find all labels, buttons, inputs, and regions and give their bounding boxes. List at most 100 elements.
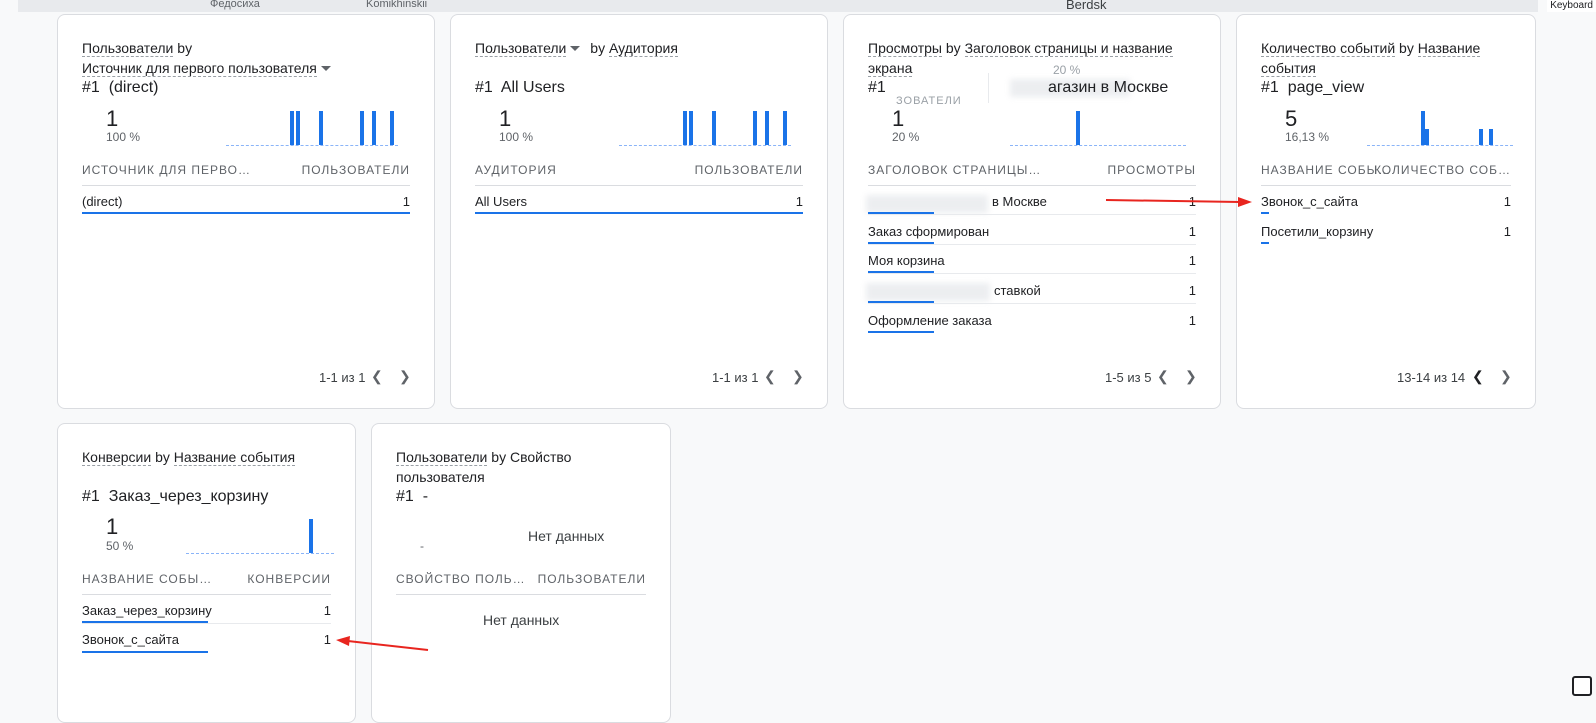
dimension-selector[interactable]: Свойство [510, 449, 571, 465]
rank-number: #1 [82, 79, 100, 96]
card-title: Пользователи by Аудитория [475, 38, 678, 58]
top-value: 1 [106, 514, 118, 540]
row-bar [82, 212, 410, 214]
table-row-label: Моя корзина [868, 253, 945, 268]
metric-selector[interactable]: Количество событий [1261, 40, 1395, 57]
table-row-label: Заказ сформирован [868, 224, 989, 239]
dimension-selector[interactable]: Название события [174, 449, 295, 466]
tooltip-overlay-text: 20 % [1053, 63, 1080, 77]
metric-selector[interactable]: Просмотры [868, 40, 942, 57]
dimension-selector[interactable]: Заголовок страницы и название [965, 40, 1173, 57]
sparkline [1367, 106, 1513, 146]
column-header[interactable]: АУДИТОРИЯ [475, 163, 557, 177]
chevron-left-icon[interactable]: ❮ [1472, 368, 1484, 385]
metric-selector[interactable]: Пользователи [475, 40, 566, 57]
chevron-right-icon[interactable]: ❯ [792, 368, 804, 385]
rank-label: All Users [501, 79, 565, 96]
column-header[interactable]: ПОЛЬЗОВАТЕЛИ [695, 163, 803, 177]
top-value: 5 [1285, 106, 1297, 132]
row-divider [868, 214, 1196, 215]
chevron-right-icon[interactable]: ❯ [399, 368, 411, 385]
chevron-down-icon[interactable] [321, 66, 331, 71]
table-row-value: 1 [796, 194, 803, 209]
row-divider [82, 623, 331, 624]
column-header[interactable]: СВОЙСТВО ПОЛЬ… [396, 572, 526, 586]
rank-number: #1 [82, 488, 100, 505]
top-item: #1 (direct) [82, 79, 158, 97]
row-bar [1261, 242, 1269, 244]
table-row-label: Оформление заказа [868, 313, 992, 328]
top-percent: 50 % [106, 539, 133, 553]
top-item: #1 All Users [475, 79, 565, 97]
row-bar [475, 212, 803, 214]
no-data-message: Нет данных [520, 524, 612, 548]
sparkline [226, 106, 398, 146]
column-header[interactable]: НАЗВАНИЕ СОБЫ… [82, 572, 212, 586]
column-header[interactable]: ИСТОЧНИК ДЛЯ ПЕРВО… [82, 163, 251, 177]
column-header[interactable]: КОНВЕРСИИ [247, 572, 331, 586]
rank-label: (direct) [109, 79, 159, 96]
table-row-label: Заказ_через_корзину [82, 603, 212, 618]
table-row-label: в Москве [992, 194, 1047, 209]
keyboard-shortcuts-link[interactable]: Keyboard [1547, 0, 1596, 12]
divider [475, 185, 803, 186]
pagination-label: 1-1 из 1 [712, 370, 758, 385]
card-views-by-page-title: Просмотры by Заголовок страницы и назван… [843, 14, 1221, 409]
divider [396, 594, 646, 595]
column-header[interactable]: НАЗВАНИЕ СОБЫ… [1261, 163, 1391, 177]
chevron-right-icon[interactable]: ❯ [1185, 368, 1197, 385]
table-row-value: 1 [1189, 224, 1196, 239]
pagination-label: 13-14 из 14 [1397, 370, 1465, 385]
chevron-left-icon[interactable]: ❮ [371, 368, 383, 385]
rank-label: Заказ_через_корзину [109, 488, 269, 505]
table-row-value: 1 [1504, 224, 1511, 239]
metric-selector[interactable]: Конверсии [82, 449, 151, 466]
rank-label: - [423, 488, 428, 505]
column-header[interactable]: ПРОСМОТРЫ [1107, 163, 1196, 177]
feedback-icon[interactable] [1572, 676, 1592, 696]
table-row-value: 1 [1504, 194, 1511, 209]
dimension-selector-cont[interactable]: экрана [868, 60, 912, 77]
metric-selector[interactable]: Пользователи [82, 40, 173, 57]
pagination-label: 1-5 из 5 [1105, 370, 1151, 385]
rank-label: агазин в Москве [1048, 79, 1168, 97]
dimension-selector[interactable]: Аудитория [609, 40, 678, 57]
card-users-by-user-property: Пользователи by Свойство пользователя #1… [371, 423, 671, 723]
map-strip: Федосиха Komikhinskii Berdsk [18, 0, 1538, 12]
card-title: Просмотры by Заголовок страницы и назван… [868, 38, 1173, 78]
column-header[interactable]: КОЛИЧЕСТВО СОБ… [1374, 163, 1511, 177]
dimension-selector[interactable]: Источник для первого пользователя [82, 60, 317, 77]
dimension-selector-cont[interactable]: события [1261, 60, 1316, 77]
column-header[interactable]: ПОЛЬЗОВАТЕЛИ [538, 572, 646, 586]
table-row-value: 1 [324, 632, 331, 647]
chevron-left-icon[interactable]: ❮ [1157, 368, 1169, 385]
top-percent: 100 % [106, 130, 140, 144]
by-label: by [177, 40, 192, 56]
by-label: by [491, 449, 506, 465]
row-bar [1261, 212, 1269, 214]
dimension-selector[interactable]: Название [1418, 40, 1481, 57]
column-header[interactable]: ЗАГОЛОВОК СТРАНИЦЫ… [868, 163, 1041, 177]
chevron-right-icon[interactable]: ❯ [1500, 368, 1512, 385]
card-title: Количество событий by Название события [1261, 38, 1480, 78]
sparkline [1010, 106, 1186, 146]
metric-selector[interactable]: Пользователи [396, 449, 487, 466]
card-conversions-by-event: Конверсии by Название события #1 Заказ_ч… [57, 423, 356, 723]
column-header[interactable]: ПОЛЬЗОВАТЕЛИ [302, 163, 410, 177]
map-label: Федосиха [210, 0, 260, 10]
row-divider [868, 273, 1196, 274]
top-value: 1 [892, 106, 904, 132]
table-row-value: 1 [324, 603, 331, 618]
top-item-rank: #1 [868, 79, 886, 97]
table-row-value: 1 [1189, 283, 1196, 298]
rank-label: page_view [1288, 79, 1365, 96]
chevron-down-icon[interactable] [570, 46, 580, 51]
divider [1261, 185, 1511, 186]
row-bar [868, 331, 934, 333]
card-event-count-by-name: Количество событий by Название события #… [1236, 14, 1536, 409]
chevron-left-icon[interactable]: ❮ [764, 368, 776, 385]
divider [82, 185, 410, 186]
table-row-label: Звонок_с_сайта [82, 632, 179, 647]
dimension-selector-cont[interactable]: пользователя [396, 469, 485, 485]
table-row-value: 1 [1189, 194, 1196, 209]
